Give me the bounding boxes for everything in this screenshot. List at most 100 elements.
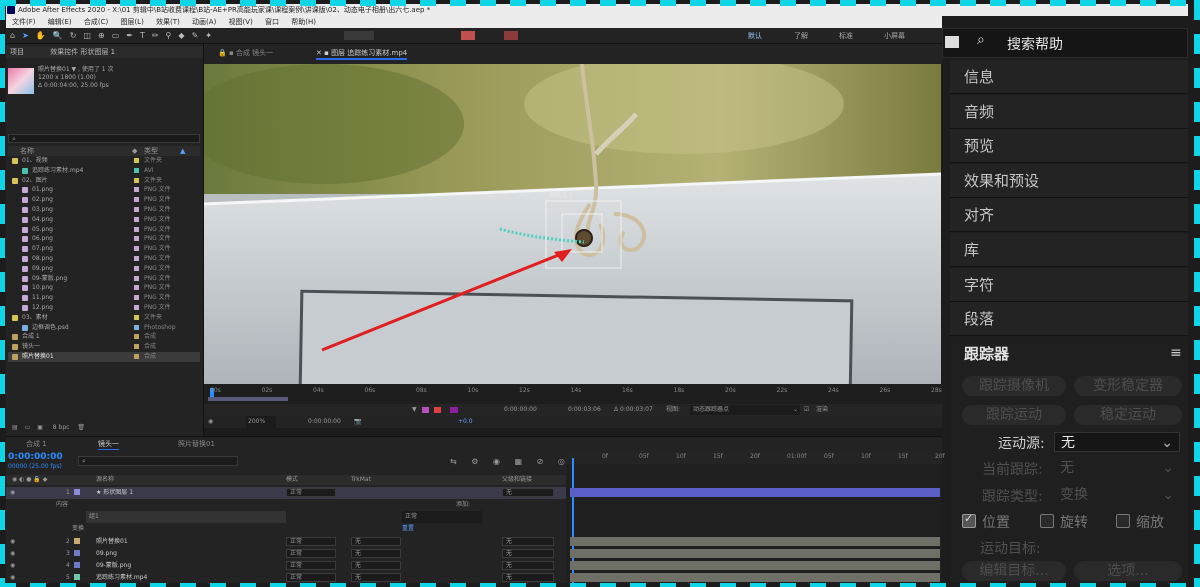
out-point[interactable]: 0:00:03:06 (568, 404, 601, 416)
delete-icon[interactable]: 🗑 (77, 424, 85, 431)
pan-behind-tool-icon[interactable]: ⊕ (98, 31, 105, 40)
current-time[interactable]: 0:00:00:00 (308, 416, 341, 428)
camera-snapshot-icon[interactable]: 📷 (354, 416, 361, 428)
column-trkmat[interactable]: TrkMat (351, 475, 371, 485)
layer-trkmat-dropdown[interactable]: 无 (351, 573, 401, 582)
reset-label[interactable]: 重置 (402, 523, 414, 535)
project-item[interactable]: 镜头一 合成 (8, 342, 200, 352)
viewer-work-area[interactable] (208, 397, 288, 401)
layer-parent-dropdown[interactable]: 无 (502, 573, 554, 582)
layer-parent-dropdown[interactable]: 无 (502, 561, 554, 570)
motion-source-dropdown[interactable]: 无 ⌄ (1054, 432, 1180, 452)
roto-brush-tool-icon[interactable]: ✎ (192, 31, 199, 40)
home-icon[interactable]: ⌂ (10, 31, 15, 40)
project-item[interactable]: 02.png PNG 文件 (8, 195, 200, 205)
workspace-default[interactable]: 默认 (748, 31, 762, 41)
column-mode[interactable]: 模式 (286, 475, 298, 485)
project-item[interactable]: 06.png PNG 文件 (8, 234, 200, 244)
layer-trkmat-dropdown[interactable]: 无 (351, 549, 401, 558)
timeline-switches[interactable]: ⇆ ⚙ ◉ ▦ ⊘ ◎ (450, 457, 571, 466)
project-item[interactable]: 09.png PNG 文件 (8, 264, 200, 274)
project-item[interactable]: 02、图片 文件夹 (8, 176, 200, 186)
zoom-tool-icon[interactable]: 🔍 (53, 31, 63, 40)
new-folder-icon[interactable]: ▭ (25, 424, 31, 431)
comp-viewer-tab[interactable]: 🔒 ▪ 合成 镜头一 (218, 48, 273, 58)
project-search-input[interactable]: ⌕ (8, 134, 200, 143)
layer-parent-dropdown[interactable]: 无 (502, 549, 554, 558)
add-label[interactable]: 添加: (456, 499, 470, 511)
timeline-ruler[interactable]: 0f 05f 10f 15f 20f 01:00f 05f 10f 15f 20f (566, 450, 945, 464)
visibility-eye-icon[interactable]: ◉ (10, 560, 15, 572)
menu-effect[interactable]: 效果(T) (156, 18, 180, 26)
menu-edit[interactable]: 编辑(E) (48, 18, 72, 26)
panel-section-4[interactable]: 对齐 (950, 198, 1188, 233)
puppet-tool-icon[interactable]: ✦ (205, 31, 212, 40)
panel-section-0[interactable]: 信息 (950, 60, 1188, 94)
track-type-dropdown[interactable]: 变换 ⌄ (1054, 485, 1180, 505)
panel-section-1[interactable]: 音频 (950, 94, 1188, 129)
layer-trkmat-dropdown[interactable]: 无 (351, 537, 401, 546)
exposure-value[interactable]: +0.0 (458, 416, 473, 428)
panel-section-7[interactable]: 段落 (950, 302, 1188, 337)
panel-section-3[interactable]: 效果和预设 (950, 163, 1188, 198)
layer-trkmat-dropdown[interactable]: 无 (351, 561, 401, 570)
layer-mode-dropdown[interactable]: 正常 (286, 561, 336, 570)
layer-viewer-tab[interactable]: ✕ ▪ 图层 追踪练习素材.mp4 (316, 48, 408, 60)
menu-window[interactable]: 窗口 (265, 18, 279, 26)
edit-target-button[interactable]: 编辑目标... (962, 561, 1066, 581)
menu-layer[interactable]: 图层(L) (120, 18, 143, 26)
track-motion-button[interactable]: 跟踪运动 (962, 405, 1066, 425)
interpret-footage-icon[interactable]: ▤ (12, 424, 18, 431)
workspace-small-screen[interactable]: 小屏幕 (884, 31, 905, 41)
hamburger-menu-icon[interactable]: ≡ (1170, 345, 1182, 361)
timeline-search-input[interactable]: ⌕ (78, 456, 238, 466)
project-item[interactable]: 01、视频 文件夹 (8, 156, 200, 166)
layer-mode-dropdown[interactable]: 正常 (286, 537, 336, 546)
timeline-tab-photo-replace[interactable]: 照片替换01 (178, 439, 215, 449)
menu-composition[interactable]: 合成(C) (84, 18, 108, 26)
bpc-label[interactable]: 8 bpc (53, 424, 70, 431)
column-type[interactable]: 类型 (144, 146, 158, 156)
layer-duration-bar[interactable] (570, 561, 940, 570)
menu-view[interactable]: 视图(V) (229, 18, 253, 26)
layer-viewer[interactable]: 跟踪点 1 (204, 64, 941, 384)
column-parent[interactable]: 父级和链接 (502, 475, 532, 485)
column-name[interactable]: 名称 (20, 146, 34, 156)
pen-tool-icon[interactable]: ✒ (126, 31, 133, 40)
project-item[interactable]: 11.png PNG 文件 (8, 293, 200, 303)
timeline-timecode[interactable]: 0:00:00:00 (8, 452, 63, 462)
project-item[interactable]: 合成 1 合成 (8, 332, 200, 342)
project-item[interactable]: 追踪练习素材.mp4 AVI (8, 166, 200, 176)
stroke-swatch[interactable] (461, 31, 475, 40)
workspace-learn[interactable]: 了解 (794, 31, 808, 41)
project-item[interactable]: 07.png PNG 文件 (8, 244, 200, 254)
channel-icon[interactable]: ▼ (412, 404, 417, 416)
group-mode[interactable]: 正常 (402, 511, 482, 523)
stabilize-motion-button[interactable]: 稳定运动 (1074, 405, 1182, 425)
project-item[interactable]: 03.png PNG 文件 (8, 205, 200, 215)
rectangle-tool-icon[interactable]: ▭ (112, 31, 120, 40)
camera-tool-icon[interactable]: ◫ (83, 31, 91, 40)
rotate-tool-icon[interactable]: ↻ (70, 31, 77, 40)
in-point[interactable]: 0:00:00:00 (504, 404, 537, 416)
new-comp-icon[interactable]: ▣ (37, 424, 43, 431)
project-item[interactable]: 12.png PNG 文件 (8, 303, 200, 313)
project-item[interactable]: 01.png PNG 文件 (8, 185, 200, 195)
panel-menu-icon[interactable] (945, 36, 959, 48)
layer-parent-dropdown[interactable]: 无 (502, 488, 554, 497)
layer-row[interactable]: ◉ 2 照片替换01 正常 无 无 (6, 536, 566, 548)
layer-mode-dropdown[interactable]: 正常 (286, 573, 336, 582)
options-button[interactable]: 选项... (1074, 561, 1182, 581)
layer-duration-bar[interactable] (570, 488, 940, 497)
layer-row[interactable]: ◉ 1 ★ 形状图层 1 正常 无 (6, 487, 566, 499)
type-tool-icon[interactable]: T (140, 31, 145, 40)
layer-mode-dropdown[interactable]: 正常 (286, 549, 336, 558)
project-item[interactable]: 边框调色.psd Photoshop (8, 323, 200, 333)
position-checkbox[interactable]: ✓ (962, 512, 976, 528)
visibility-eye-icon[interactable]: ◉ (10, 536, 15, 548)
project-item[interactable]: 08.png PNG 文件 (8, 254, 200, 264)
layer-mode-dropdown[interactable]: 正常 (286, 488, 336, 497)
hand-tool-icon[interactable]: ✋ (36, 31, 46, 40)
menu-file[interactable]: 文件(F) (12, 18, 36, 26)
layer-row[interactable]: ◉ 4 09-蒙版.png 正常 无 无 (6, 560, 566, 572)
